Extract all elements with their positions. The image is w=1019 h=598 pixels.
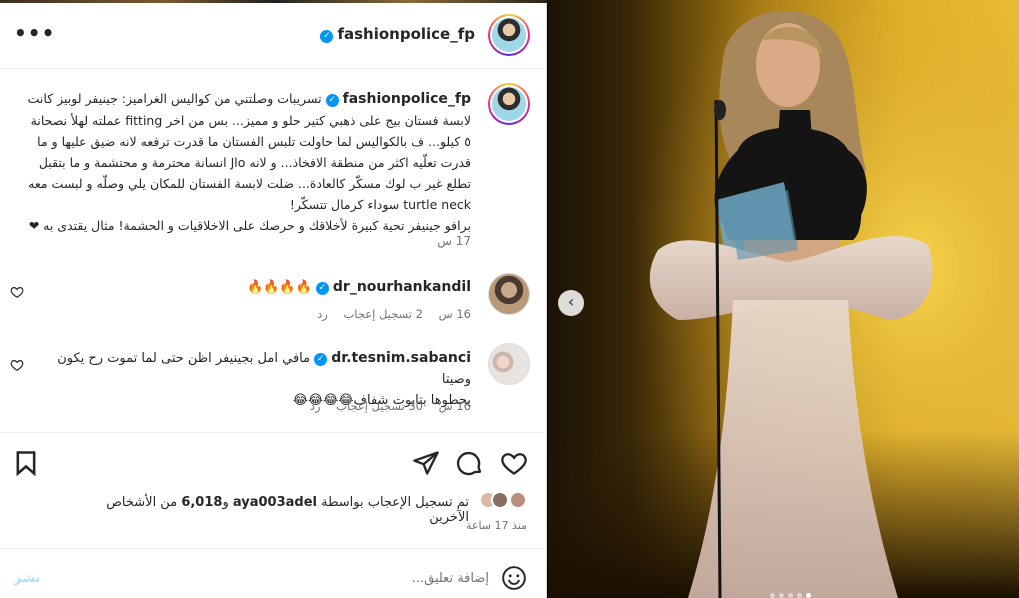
- comment-1-likes[interactable]: 2 تسجيل إعجاب: [343, 307, 423, 321]
- caption-line-1: ✓ fashionpolice_fp تسريبات وصلتني من كوال…: [27, 91, 471, 107]
- carousel-dots: [768, 583, 813, 598]
- carousel-dot: [779, 593, 784, 598]
- post-panel: ••• ✓ fashionpolice_fp ✓ fashionpolice_fp …: [0, 0, 547, 598]
- header-username-text[interactable]: fashionpolice_fp: [337, 25, 475, 43]
- carousel-dot: [797, 593, 802, 598]
- caption-avatar[interactable]: [488, 83, 530, 125]
- comment-2-heart-icon[interactable]: [10, 358, 24, 372]
- more-options-icon[interactable]: •••: [14, 23, 54, 47]
- liker-username[interactable]: aya003adel: [233, 495, 317, 510]
- comment-1-meta: 16 س 2 تسجيل إعجاب رد: [305, 307, 471, 321]
- comment-1-username[interactable]: ✓ dr_nourhankandil: [315, 279, 471, 295]
- bookmark-icon[interactable]: [12, 449, 40, 477]
- comment-icon[interactable]: [456, 449, 484, 477]
- verified-badge-icon: ✓: [315, 282, 329, 295]
- likes-and: و: [222, 495, 229, 510]
- add-comment-bar: إضافة تعليق... نشر: [0, 548, 547, 598]
- comment-1-time: 16 س: [438, 307, 471, 321]
- post-comment-button[interactable]: نشر: [14, 571, 40, 586]
- carousel-dot-active: [806, 593, 811, 598]
- caption-line-7: برافو جينيفر تحية كبيرة لأخلاقك و حرصك ع…: [28, 218, 471, 233]
- comment-1-reply[interactable]: رد: [317, 307, 328, 321]
- comment-1-text: 🔥🔥🔥🔥: [247, 280, 312, 295]
- commenter-avatar-1[interactable]: [488, 273, 530, 315]
- caption-line-5: تطلع غير ب لوك مسكّر كالعادة... ضلت لابس…: [28, 176, 471, 191]
- comment-1: ✓ dr_nourhankandil 🔥🔥🔥🔥: [31, 277, 471, 298]
- post-photo[interactable]: ‹: [548, 0, 1019, 598]
- previous-slide-button[interactable]: ‹: [558, 290, 584, 316]
- comment-input[interactable]: إضافة تعليق...: [412, 571, 489, 586]
- comment-2-username[interactable]: ✓ dr.tesnim.sabanci: [314, 350, 471, 366]
- likes-summary[interactable]: تم تسجيل الإعجاب بواسطة aya003adel و6,01…: [75, 495, 525, 525]
- post-actions: تم تسجيل الإعجاب بواسطة aya003adel و6,01…: [0, 432, 547, 548]
- post-header: ••• ✓ fashionpolice_fp: [0, 3, 547, 69]
- comment-2-time: 16 س: [438, 399, 471, 413]
- photo-illustration: [548, 0, 1019, 598]
- share-icon[interactable]: [412, 449, 440, 477]
- comments-area: ✓ fashionpolice_fp تسريبات وصلتني من كوال…: [0, 70, 547, 432]
- carousel-dot: [770, 593, 775, 598]
- verified-badge-icon: ✓: [314, 353, 328, 366]
- likes-prefix: تم تسجيل الإعجاب بواسطة: [321, 495, 469, 510]
- carousel-dot: [788, 593, 793, 598]
- caption-line-3: ٥ كيلو... ف بالكواليس لما حاولت تلبس الف…: [37, 134, 471, 149]
- comment-2-likes[interactable]: 30 تسجيل إعجاب: [336, 399, 423, 413]
- commenter-avatar-2[interactable]: [488, 343, 530, 385]
- caption-time: 17 س: [437, 234, 471, 248]
- likes-count[interactable]: 6,018: [181, 495, 222, 510]
- caption-line-2: لابسة فستان بيج على ذهبي كتير حلو و مميز…: [30, 113, 471, 128]
- emoji-icon[interactable]: [501, 565, 527, 591]
- verified-badge-icon: ✓: [325, 94, 339, 107]
- caption-line-6: turtle neck سوداء كرمال تتسكّر!: [289, 197, 471, 212]
- caption-username[interactable]: ✓ fashionpolice_fp: [325, 91, 471, 107]
- post-caption: ✓ fashionpolice_fp تسريبات وصلتني من كوال…: [25, 88, 471, 236]
- like-heart-icon[interactable]: [500, 449, 528, 477]
- caption-line-4: قدرت تعلّيه اكثر من منطقة الافخاذ... و ل…: [38, 155, 471, 170]
- comment-1-heart-icon[interactable]: [10, 285, 24, 299]
- comment-2-meta: 16 س 30 تسجيل إعجاب رد: [298, 399, 471, 413]
- post-timestamp[interactable]: منذ 17 ساعة: [466, 519, 527, 532]
- verified-badge-icon: ✓: [320, 30, 334, 43]
- post-author-username[interactable]: ✓ fashionpolice_fp: [320, 25, 475, 43]
- author-avatar[interactable]: [488, 14, 530, 56]
- comment-2-reply[interactable]: رد: [310, 399, 321, 413]
